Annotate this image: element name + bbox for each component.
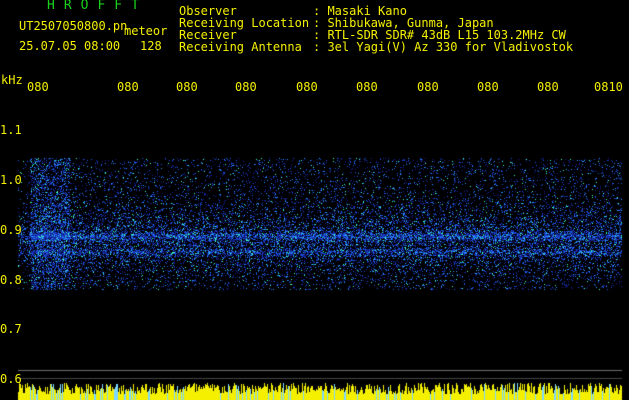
x-tick: 080 <box>296 80 318 94</box>
antenna-value: : 3el Yagi(V) Az 330 for Vladivostok <box>313 40 574 54</box>
x-tick: 080 <box>235 80 257 94</box>
mode-label: meteor <box>124 24 168 38</box>
x-tick: 0810 <box>594 80 623 94</box>
y-tick: 0.9 <box>0 223 22 237</box>
datetime-label: 25.07.05 08:00 <box>19 39 121 53</box>
x-tick: 080 <box>356 80 378 94</box>
y-tick: 0.8 <box>0 273 22 287</box>
y-tick: 1.0 <box>0 173 22 187</box>
x-tick: 080 <box>537 80 559 94</box>
waterfall-spectrogram <box>0 0 629 400</box>
count-label: 128 <box>140 39 162 53</box>
y-unit-label: kHz <box>1 73 23 87</box>
brand-title: HROFFT <box>47 0 148 13</box>
y-tick: 0.6 <box>0 372 22 386</box>
x-tick: 080 <box>417 80 439 94</box>
x-tick: 080 <box>176 80 198 94</box>
filename-label: UT2507050800.pn <box>19 19 128 33</box>
antenna-label: Receiving Antenna <box>179 40 302 54</box>
x-tick: 080 <box>477 80 499 94</box>
y-tick: 1.1 <box>0 123 22 137</box>
y-tick: 0.7 <box>0 322 22 336</box>
x-tick: 080 <box>27 80 49 94</box>
spectrogram-window: HROFFT UT2507050800.pn meteor 25.07.05 0… <box>0 0 629 400</box>
x-tick: 080 <box>117 80 139 94</box>
